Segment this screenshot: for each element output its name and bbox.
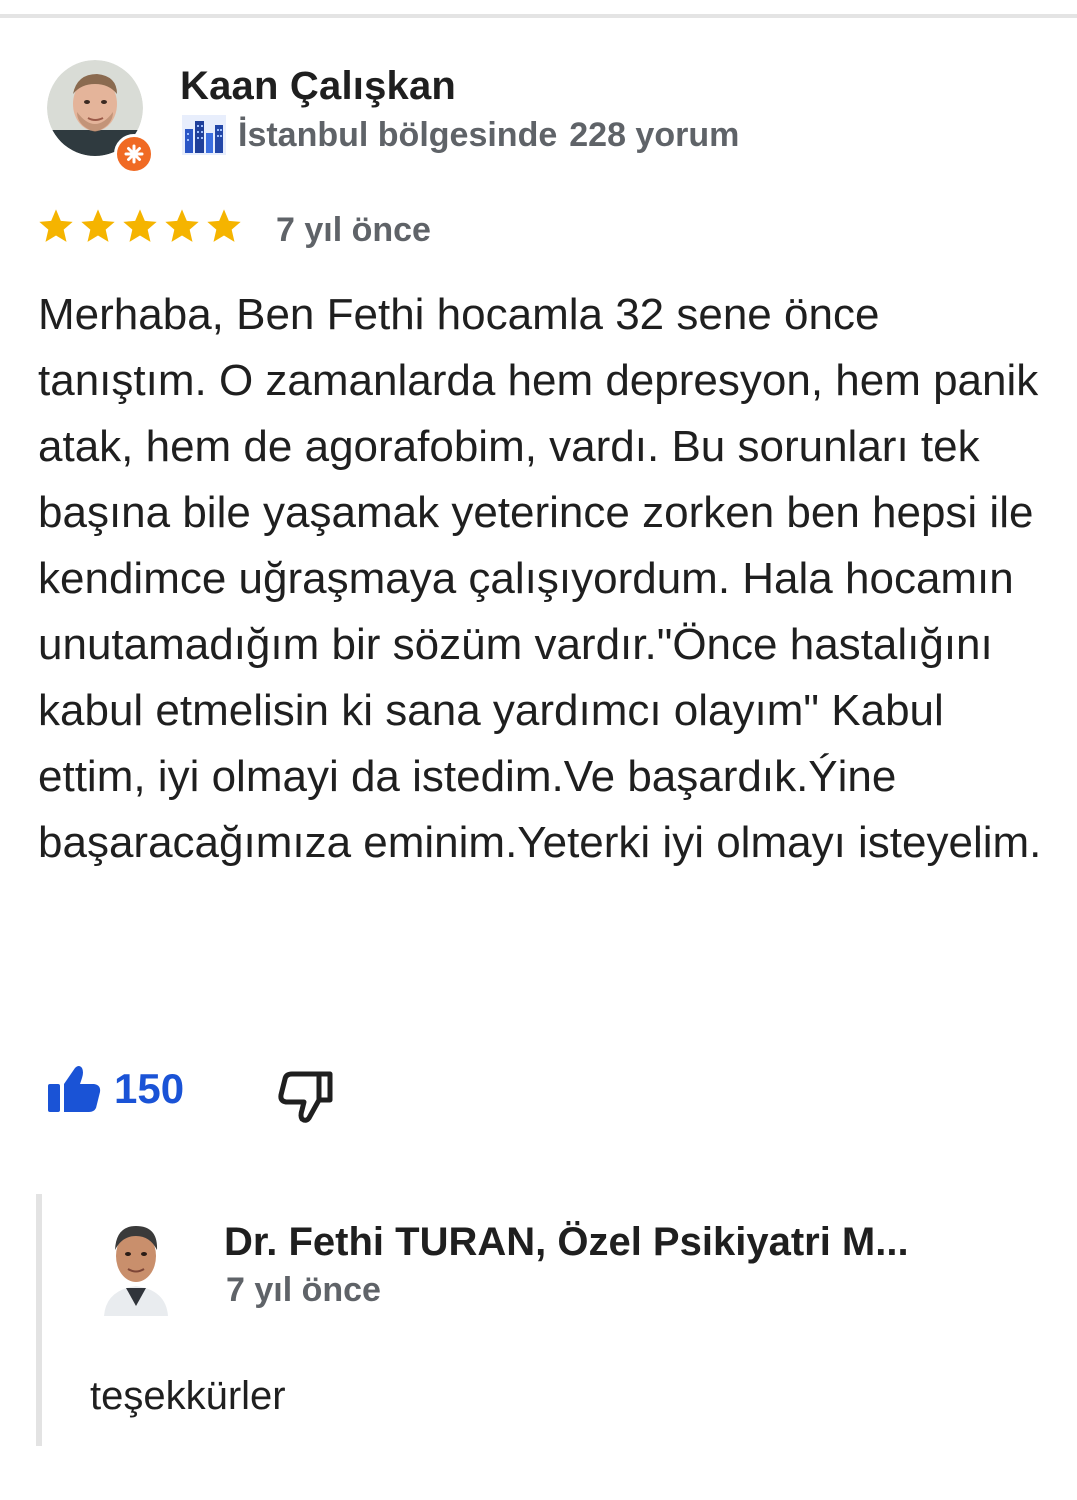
reviewer-review-count: 228 yorum bbox=[569, 115, 740, 154]
dislike-button[interactable] bbox=[276, 1070, 334, 1129]
star-icon bbox=[123, 209, 157, 242]
star-rating bbox=[36, 206, 244, 246]
thumbs-up-filled-icon bbox=[48, 1066, 101, 1112]
review-date: 7 yıl önce bbox=[276, 211, 431, 249]
reviewer-name[interactable]: Kaan Çalışkan bbox=[180, 64, 456, 109]
like-button[interactable]: 150 bbox=[46, 1064, 184, 1114]
reply-indent-bar bbox=[36, 1194, 42, 1446]
city-buildings-icon bbox=[182, 115, 226, 155]
top-divider bbox=[0, 14, 1077, 18]
owner-photo bbox=[100, 1216, 172, 1316]
owner-reply-text: teşekkürler bbox=[90, 1374, 286, 1418]
owner-avatar bbox=[100, 1216, 172, 1316]
star-icon bbox=[207, 209, 241, 242]
reviewer-avatar[interactable] bbox=[47, 60, 154, 174]
review-text: Merhaba, Ben Fethi hocamla 32 sene önce … bbox=[38, 290, 1042, 867]
like-count: 150 bbox=[114, 1065, 185, 1112]
owner-name[interactable]: Dr. Fethi TURAN, Özel Psikiyatri M... bbox=[224, 1220, 909, 1265]
star-icon bbox=[39, 209, 73, 242]
reviewer-meta: İstanbul bölgesinde 228 yorum bbox=[182, 114, 739, 156]
reviewer-region: İstanbul bölgesinde bbox=[238, 115, 558, 154]
owner-response-date: 7 yıl önce bbox=[226, 1271, 381, 1309]
star-icon bbox=[165, 209, 199, 242]
thumbs-down-outline-icon bbox=[278, 1071, 333, 1123]
local-guide-badge-icon bbox=[114, 134, 154, 174]
star-icon bbox=[81, 209, 115, 242]
